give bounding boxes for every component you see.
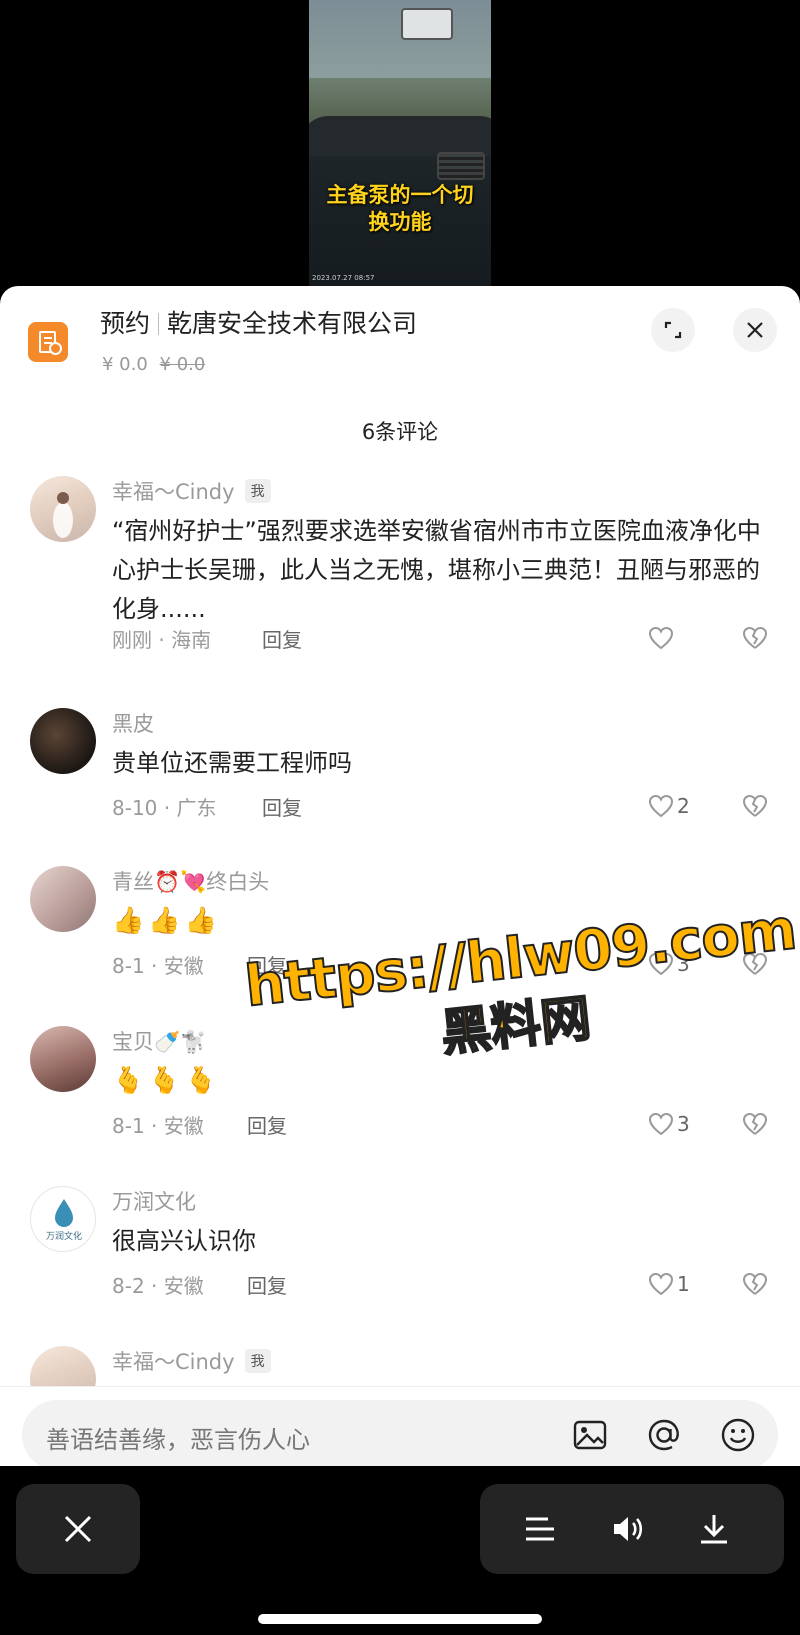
home-indicator[interactable] xyxy=(258,1614,542,1624)
dislike-button[interactable] xyxy=(742,626,768,654)
menu-icon[interactable] xyxy=(522,1511,558,1547)
like-button[interactable]: 2 xyxy=(648,794,690,818)
me-badge: 我 xyxy=(244,1349,271,1373)
comment-author[interactable]: 幸福～Cindy 我 xyxy=(112,1346,271,1376)
like-count: 2 xyxy=(677,794,690,818)
heart-icon xyxy=(648,794,674,818)
video-frame[interactable]: 主备泵的一个切 换功能 2023.07.27 08:57 xyxy=(309,0,491,286)
heart-icon xyxy=(648,1112,674,1136)
expand-icon xyxy=(664,321,682,339)
comment-meta: 8-1 · 安徽 xyxy=(112,1114,204,1138)
comment-count: 6条评论 xyxy=(361,420,439,444)
emoji-icon[interactable] xyxy=(720,1417,756,1453)
comment-meta: 8-2 · 安徽 xyxy=(112,1274,204,1298)
at-icon[interactable] xyxy=(646,1417,682,1453)
comment-author[interactable]: 黑皮 xyxy=(112,708,154,738)
comment-text: 🫰🫰🫰 xyxy=(112,1066,222,1096)
me-badge: 我 xyxy=(244,479,271,503)
comment-text: 很高兴认识你 xyxy=(112,1227,256,1255)
like-button[interactable]: 3 xyxy=(648,1112,690,1136)
video-dashboard xyxy=(309,116,491,156)
comment-meta: 8-1 · 安徽 xyxy=(112,954,204,978)
avatar[interactable] xyxy=(30,866,96,932)
like-count: 1 xyxy=(677,1272,690,1296)
comment-input-placeholder: 善语结善缘，恶言伤人心 xyxy=(46,1426,310,1454)
dislike-button[interactable] xyxy=(742,794,768,822)
price-row: ¥ 0.0 ¥ 0.0 xyxy=(102,354,205,375)
avatar[interactable] xyxy=(30,476,96,542)
bottom-bar xyxy=(0,1466,800,1635)
svg-text:万润文化: 万润文化 xyxy=(46,1230,82,1242)
comments-sheet: 预约 乾唐安全技术有限公司 ¥ 0.0 ¥ 0.0 6条评论 幸福～Cindy 我 … xyxy=(0,286,800,1466)
booking-icon xyxy=(28,322,68,362)
close-button[interactable] xyxy=(16,1484,140,1574)
heart-icon xyxy=(648,1272,674,1296)
video-subtitle-line2: 换功能 xyxy=(368,210,432,234)
like-count: 3 xyxy=(677,1112,690,1136)
comment-input[interactable]: 善语结善缘，恶言伤人心 xyxy=(22,1400,778,1470)
download-icon[interactable] xyxy=(696,1511,732,1547)
booking-tag: 预约 xyxy=(100,309,151,338)
comment-author[interactable]: 青丝⏰💘终白头 xyxy=(112,866,269,896)
reply-button[interactable]: 回复 xyxy=(262,624,302,653)
header-title[interactable]: 预约 乾唐安全技术有限公司 xyxy=(100,304,417,340)
close-sheet-button[interactable] xyxy=(733,308,777,352)
video-timestamp: 2023.07.27 08:57 xyxy=(312,274,375,282)
dislike-button[interactable] xyxy=(742,1112,768,1140)
video-mirror xyxy=(401,8,453,40)
dislike-button[interactable] xyxy=(742,1272,768,1300)
like-button[interactable]: 1 xyxy=(648,1272,690,1296)
reply-button[interactable]: 回复 xyxy=(247,1270,287,1299)
image-icon[interactable] xyxy=(572,1417,608,1453)
comment-text: 贵单位还需要工程师吗 xyxy=(112,749,352,777)
comment-meta: 刚刚 · 海南 xyxy=(112,628,212,652)
comment-meta: 8-10 · 广东 xyxy=(112,796,217,820)
expand-button[interactable] xyxy=(651,308,695,352)
video-area[interactable]: 主备泵的一个切 换功能 2023.07.27 08:57 xyxy=(0,0,800,300)
video-vent xyxy=(437,152,485,180)
comment-author[interactable]: 万润文化 xyxy=(112,1186,196,1216)
close-icon xyxy=(64,1515,92,1543)
company-name: 乾唐安全技术有限公司 xyxy=(167,309,418,338)
heart-icon xyxy=(648,626,674,650)
broken-heart-icon xyxy=(742,1272,768,1295)
avatar[interactable] xyxy=(30,708,96,774)
like-button[interactable] xyxy=(648,626,674,650)
avatar[interactable]: 万润文化 xyxy=(30,1186,96,1252)
broken-heart-icon xyxy=(742,1112,768,1135)
comment-author[interactable]: 宝贝🍼🐩 xyxy=(112,1026,206,1056)
video-subtitle-line1: 主备泵的一个切 xyxy=(326,183,474,207)
sheet-header: 预约 乾唐安全技术有限公司 ¥ 0.0 ¥ 0.0 xyxy=(0,286,800,386)
original-price: ¥ 0.0 xyxy=(159,354,206,375)
reply-button[interactable]: 回复 xyxy=(262,792,302,821)
reply-button[interactable]: 回复 xyxy=(247,1110,287,1139)
broken-heart-icon xyxy=(742,794,768,817)
comment-author[interactable]: 幸福～Cindy 我 xyxy=(112,476,271,506)
volume-icon[interactable] xyxy=(610,1511,646,1547)
broken-heart-icon xyxy=(742,626,768,649)
comment-text: “宿州好护士”强烈要求选举安徽省宿州市市立医院血液净化中心护士长吴珊，此人当之无… xyxy=(112,517,761,623)
close-icon xyxy=(747,322,763,338)
action-group xyxy=(480,1484,784,1574)
price: ¥ 0.0 xyxy=(102,354,148,375)
avatar[interactable] xyxy=(30,1026,96,1092)
